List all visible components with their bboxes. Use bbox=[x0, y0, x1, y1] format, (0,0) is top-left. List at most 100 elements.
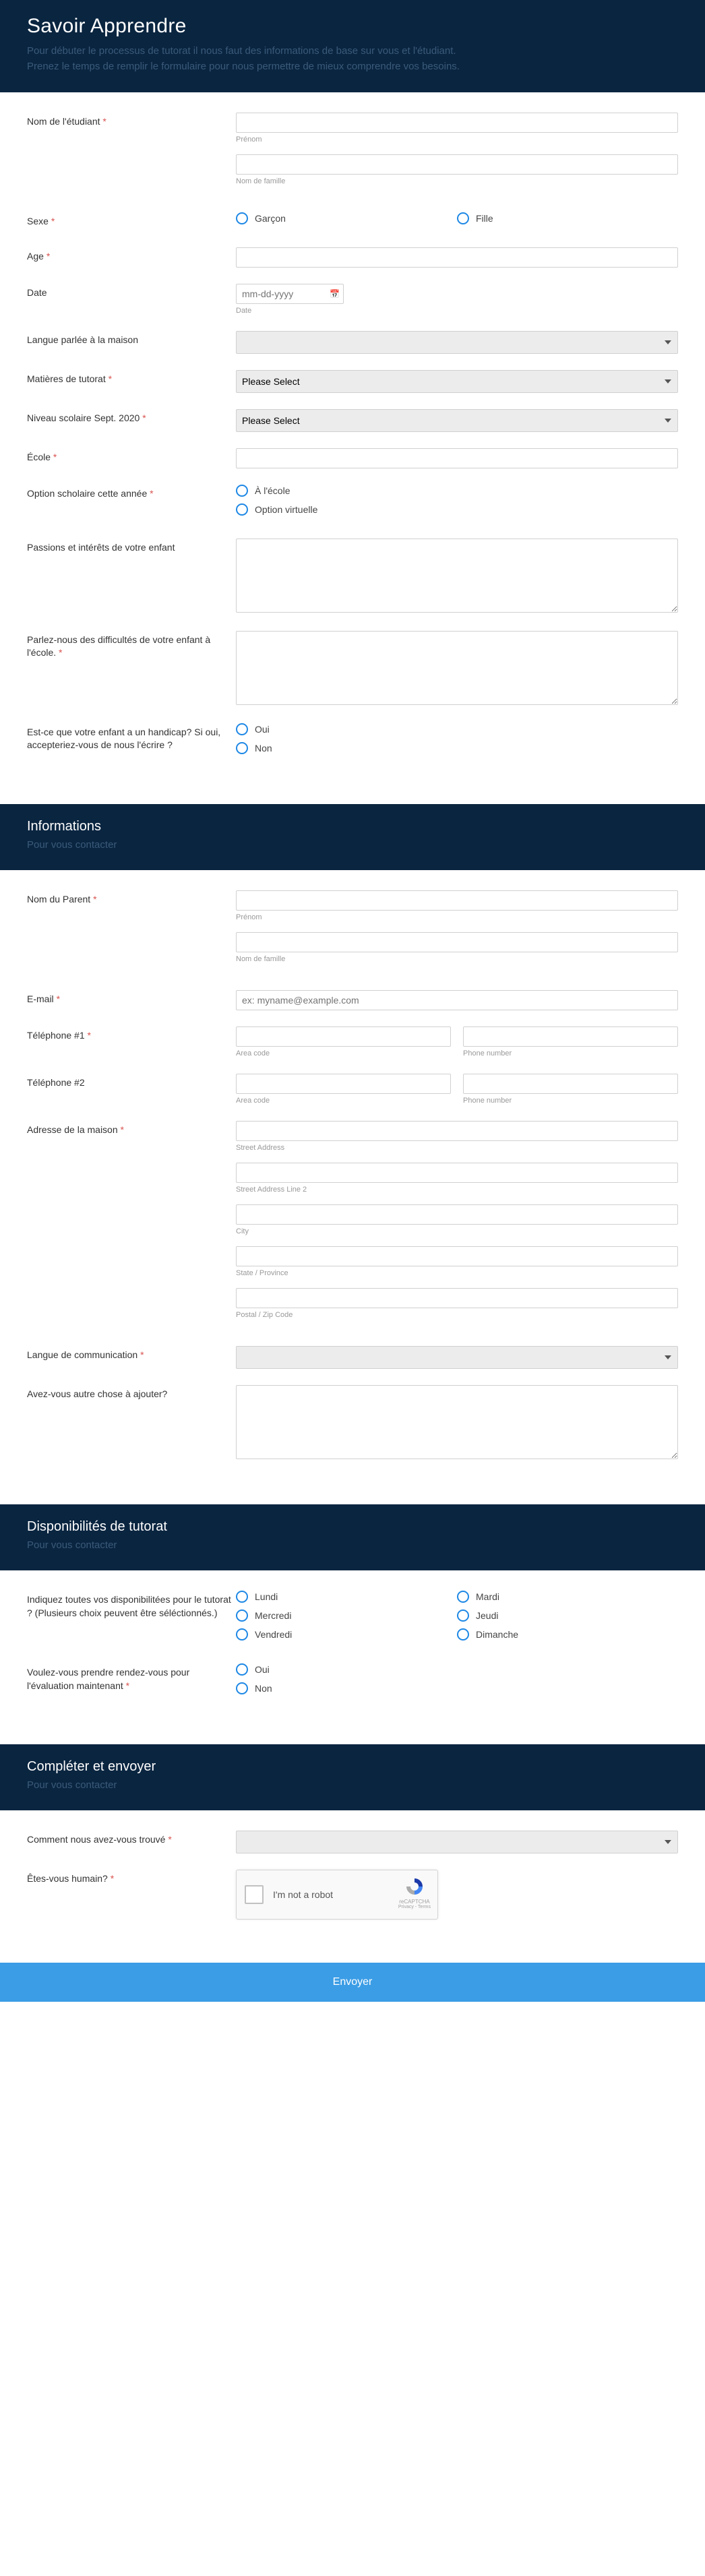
email-label: E-mail bbox=[27, 993, 54, 1004]
home-lang-select[interactable] bbox=[236, 331, 678, 354]
grade-label: Niveau scolaire Sept. 2020 bbox=[27, 412, 140, 423]
page-title: Savoir Apprendre bbox=[27, 15, 678, 38]
phone-number-sublabel: Phone number bbox=[463, 1049, 678, 1057]
school-option-inperson-radio[interactable]: À l'école bbox=[236, 485, 678, 497]
found-label: Comment nous avez-vous trouvé bbox=[27, 1834, 165, 1845]
radio-icon bbox=[457, 212, 469, 224]
street-address-sublabel: Street Address bbox=[236, 1144, 678, 1152]
recaptcha-brand: reCAPTCHA bbox=[398, 1899, 431, 1905]
day-sunday-checkbox[interactable]: Dimanche bbox=[457, 1628, 678, 1640]
gender-label: Sexe bbox=[27, 216, 49, 226]
last-name-sublabel: Nom de famille bbox=[236, 177, 678, 185]
passions-textarea[interactable] bbox=[236, 539, 678, 613]
recaptcha-checkbox-icon bbox=[245, 1885, 264, 1904]
street-address-input[interactable] bbox=[236, 1121, 678, 1141]
other-textarea[interactable] bbox=[236, 1385, 678, 1459]
required-mark: * bbox=[57, 993, 60, 1004]
school-option-label: Option scholaire cette année bbox=[27, 488, 147, 499]
required-mark: * bbox=[109, 373, 112, 384]
recaptcha-terms: Privacy - Terms bbox=[398, 1905, 431, 1909]
required-mark: * bbox=[93, 894, 96, 904]
radio-icon bbox=[457, 1591, 469, 1603]
handicap-yes-radio[interactable]: Oui bbox=[236, 723, 678, 735]
gender-girl-radio[interactable]: Fille bbox=[457, 212, 678, 224]
parent-first-name-input[interactable] bbox=[236, 890, 678, 911]
gender-boy-radio[interactable]: Garçon bbox=[236, 212, 457, 224]
recaptcha-logo-icon bbox=[404, 1876, 425, 1897]
postal-input[interactable] bbox=[236, 1288, 678, 1308]
city-input[interactable] bbox=[236, 1204, 678, 1225]
phone1-area-input[interactable] bbox=[236, 1026, 451, 1047]
age-input[interactable] bbox=[236, 247, 678, 268]
recaptcha-widget[interactable]: I'm not a robot reCAPTCHA Privacy - Term… bbox=[236, 1870, 438, 1920]
postal-sublabel: Postal / Zip Code bbox=[236, 1311, 678, 1319]
radio-icon bbox=[236, 1628, 248, 1640]
age-label: Age bbox=[27, 251, 44, 262]
handicap-no-radio[interactable]: Non bbox=[236, 742, 678, 754]
day-tuesday-checkbox[interactable]: Mardi bbox=[457, 1591, 678, 1603]
school-input[interactable] bbox=[236, 448, 678, 468]
first-name-sublabel: Prénom bbox=[236, 135, 678, 144]
day-friday-checkbox[interactable]: Vendredi bbox=[236, 1628, 457, 1640]
required-mark: * bbox=[168, 1834, 171, 1845]
found-select[interactable] bbox=[236, 1831, 678, 1853]
radio-icon bbox=[236, 723, 248, 735]
avail-label: Indiquez toutes vos disponibilitées pour… bbox=[27, 1594, 231, 1618]
radio-icon bbox=[236, 485, 248, 497]
parent-last-name-input[interactable] bbox=[236, 932, 678, 952]
section4-subtitle: Pour vous contacter bbox=[27, 1777, 678, 1793]
radio-icon bbox=[236, 212, 248, 224]
required-mark: * bbox=[121, 1124, 124, 1135]
section2-subtitle: Pour vous contacter bbox=[27, 837, 678, 853]
section3-header: Disponibilités de tutorat Pour vous cont… bbox=[0, 1504, 705, 1570]
radio-icon bbox=[236, 742, 248, 754]
parent-name-label: Nom du Parent bbox=[27, 894, 90, 904]
state-input[interactable] bbox=[236, 1246, 678, 1266]
required-mark: * bbox=[102, 116, 106, 127]
grade-select[interactable]: Please Select bbox=[236, 409, 678, 432]
phone2-area-input[interactable] bbox=[236, 1074, 451, 1094]
appt-label: Voulez-vous prendre rendez-vous pour l'é… bbox=[27, 1667, 189, 1691]
required-mark: * bbox=[111, 1873, 114, 1884]
section1-desc1: Pour débuter le processus de tutorat il … bbox=[27, 43, 678, 59]
street-address2-input[interactable] bbox=[236, 1163, 678, 1183]
home-lang-label: Langue parlée à la maison bbox=[27, 334, 138, 345]
city-sublabel: City bbox=[236, 1227, 678, 1235]
student-first-name-input[interactable] bbox=[236, 113, 678, 133]
required-mark: * bbox=[88, 1030, 91, 1041]
day-thursday-checkbox[interactable]: Jeudi bbox=[457, 1609, 678, 1622]
difficulties-textarea[interactable] bbox=[236, 631, 678, 705]
phone2-number-input[interactable] bbox=[463, 1074, 678, 1094]
comm-lang-label: Langue de communication bbox=[27, 1349, 137, 1360]
required-mark: * bbox=[53, 452, 57, 462]
date-sublabel: Date bbox=[236, 307, 678, 315]
recaptcha-badge: reCAPTCHA Privacy - Terms bbox=[398, 1876, 431, 1909]
radio-icon bbox=[457, 1609, 469, 1622]
comm-lang-select[interactable] bbox=[236, 1346, 678, 1369]
email-input[interactable] bbox=[236, 990, 678, 1010]
subjects-select[interactable]: Please Select bbox=[236, 370, 678, 393]
appt-yes-radio[interactable]: Oui bbox=[236, 1663, 678, 1676]
day-monday-checkbox[interactable]: Lundi bbox=[236, 1591, 457, 1603]
section1-header: Savoir Apprendre Pour débuter le process… bbox=[0, 0, 705, 92]
radio-icon bbox=[236, 1663, 248, 1676]
parent-last-name-sublabel: Nom de famille bbox=[236, 955, 678, 963]
school-option-virtual-radio[interactable]: Option virtuelle bbox=[236, 503, 678, 516]
date-label: Date bbox=[27, 287, 47, 298]
submit-button[interactable]: Envoyer bbox=[0, 1963, 705, 2002]
section4-header: Compléter et envoyer Pour vous contacter bbox=[0, 1744, 705, 1810]
date-input[interactable] bbox=[236, 284, 344, 304]
other-label: Avez-vous autre chose à ajouter? bbox=[27, 1388, 167, 1399]
difficulties-label: Parlez-nous des difficultés de votre enf… bbox=[27, 634, 210, 658]
recaptcha-text: I'm not a robot bbox=[273, 1889, 333, 1900]
phone1-number-input[interactable] bbox=[463, 1026, 678, 1047]
passions-label: Passions et intérêts de votre enfant bbox=[27, 542, 175, 553]
address-label: Adresse de la maison bbox=[27, 1124, 118, 1135]
student-name-label: Nom de l'étudiant bbox=[27, 116, 100, 127]
section4-title: Compléter et envoyer bbox=[27, 1759, 678, 1775]
appt-no-radio[interactable]: Non bbox=[236, 1682, 678, 1694]
student-last-name-input[interactable] bbox=[236, 154, 678, 175]
day-wednesday-checkbox[interactable]: Mercredi bbox=[236, 1609, 457, 1622]
section2-title: Informations bbox=[27, 819, 678, 834]
street-address2-sublabel: Street Address Line 2 bbox=[236, 1186, 678, 1194]
